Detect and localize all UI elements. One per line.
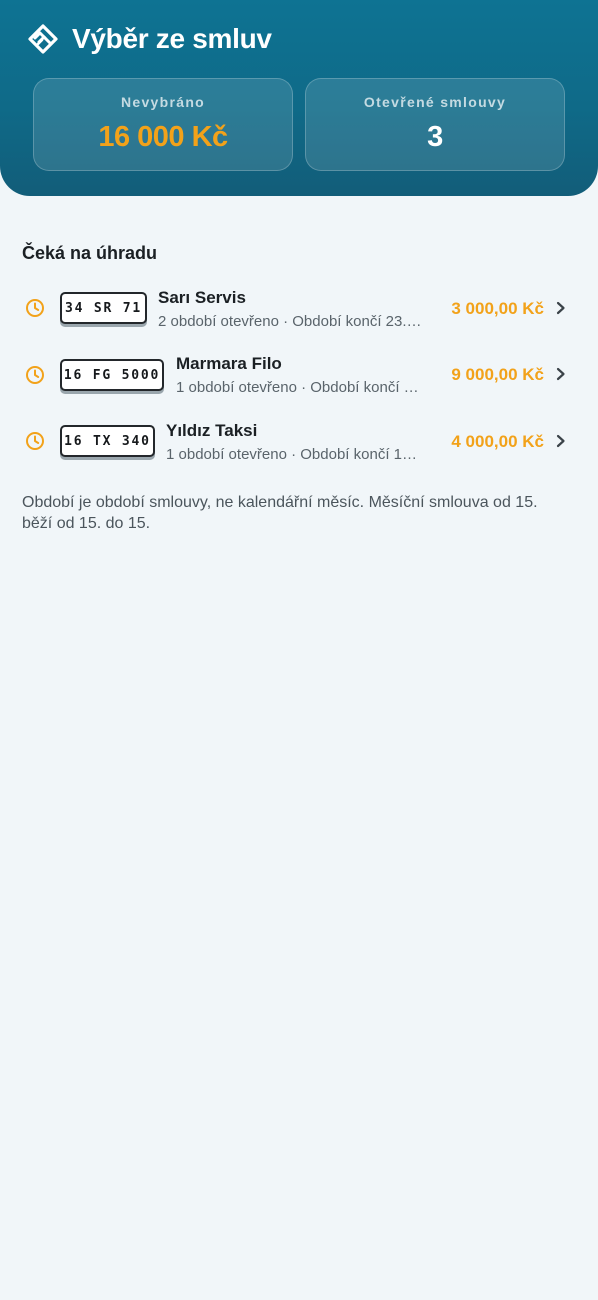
- license-plate: 16 FG 5000: [60, 359, 164, 391]
- period-info: 1 období otevřeno · Období končí 1…: [166, 446, 417, 463]
- customer-name: Marmara Filo: [176, 354, 282, 373]
- chevron-right-icon: [556, 301, 565, 315]
- page-title: Výběr ze smluv: [72, 23, 272, 54]
- amount: 9 000,00 Kč: [451, 365, 544, 384]
- chevron-right-icon: [556, 367, 565, 381]
- chevron-right-icon: [556, 434, 565, 448]
- pending-item[interactable]: 16 FG 5000 Marmara Filo 1 období otevřen…: [0, 344, 598, 404]
- license-plate: 34 SR 71: [60, 292, 147, 324]
- section-title: Čeká na úhradu: [22, 243, 158, 263]
- customer-name: Sarı Servis: [158, 288, 246, 307]
- info-note: Období je období smlouvy, ne kalendářní …: [22, 494, 538, 532]
- stat-label: Nevybráno: [120, 94, 206, 110]
- summary-header: Výběr ze smluv Nevybráno 16 000 Kč Otevř…: [0, 0, 598, 196]
- clock-icon: [26, 366, 44, 384]
- stat-card-unpaid: Nevybráno 16 000 Kč: [33, 78, 293, 171]
- stat-value: 16 000 Kč: [98, 121, 228, 153]
- clock-icon: [26, 299, 44, 317]
- amount: 4 000,00 Kč: [451, 432, 544, 451]
- stat-card-open-contracts: Otevřené smlouvy 3: [305, 78, 565, 171]
- pending-item[interactable]: 16 TX 340 Yıldız Taksi 1 období otevřeno…: [0, 411, 598, 471]
- stat-label: Otevřené smlouvy: [363, 94, 507, 110]
- amount: 3 000,00 Kč: [451, 299, 544, 318]
- title-row: Výběr ze smluv: [26, 20, 272, 58]
- license-plate: 16 TX 340: [60, 425, 155, 457]
- clock-icon: [26, 432, 44, 450]
- period-info: 1 období otevřeno · Období končí …: [176, 379, 419, 396]
- period-info: 2 období otevřeno · Období končí 23.…: [158, 313, 422, 330]
- stat-value: 3: [427, 121, 443, 153]
- handshake-heart-icon: [28, 24, 58, 54]
- pending-item[interactable]: 34 SR 71 Sarı Servis 2 období otevřeno ·…: [0, 278, 598, 338]
- customer-name: Yıldız Taksi: [166, 421, 258, 440]
